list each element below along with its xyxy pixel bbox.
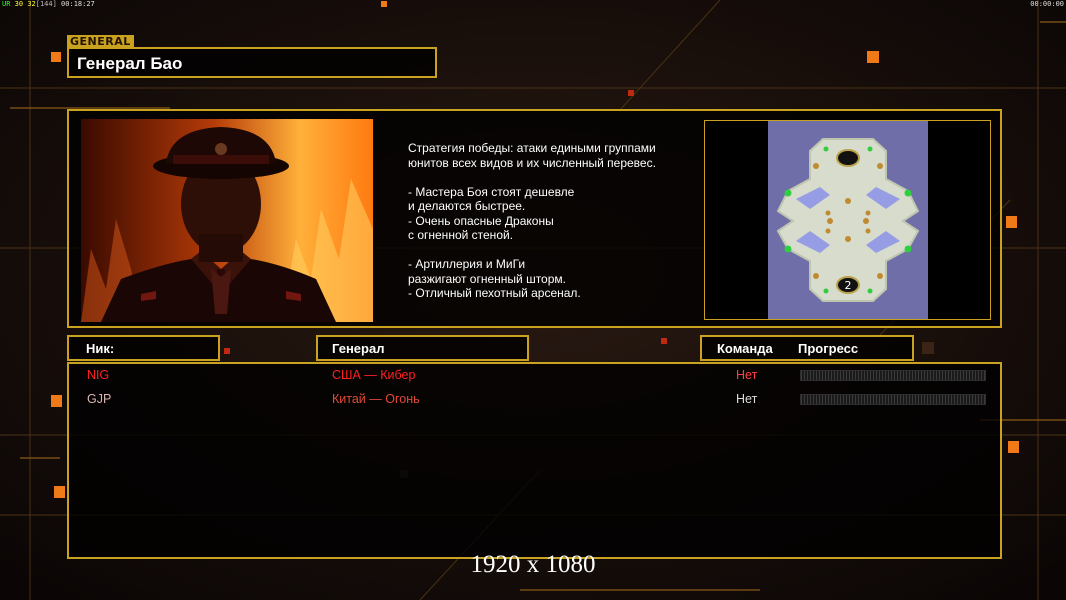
player-progress-bar bbox=[800, 394, 986, 405]
general-portrait bbox=[81, 119, 373, 322]
nick-column-header: Ник: bbox=[67, 335, 220, 361]
fps-limit: [144] bbox=[35, 0, 57, 8]
general-info-panel: Стратегия победы: атаки едиными группами… bbox=[67, 109, 1002, 328]
player-nick: NIG bbox=[87, 368, 110, 382]
player-general: Китай — Огонь bbox=[332, 392, 420, 406]
general-column-header: Генерал bbox=[316, 335, 529, 361]
fps-counter: UR 30 32[144] 00:18:27 bbox=[2, 0, 95, 10]
map-layout: 2 bbox=[776, 138, 920, 302]
resolution-watermark: 1920 x 1080 bbox=[470, 551, 596, 578]
general-portrait-illustration bbox=[81, 119, 373, 322]
player-row: NIG США — Кибер Нет bbox=[69, 366, 1004, 386]
team-header-label: Команда bbox=[717, 341, 773, 356]
fps-value: 30 bbox=[14, 0, 24, 8]
player-team: Нет bbox=[736, 368, 758, 382]
map-preview-terrain: 2 bbox=[768, 121, 928, 319]
general-title-box: Генерал Бао bbox=[67, 47, 437, 78]
player-nick: GJP bbox=[87, 392, 112, 406]
players-list: NIG США — Кибер Нет GJP Китай — Огонь Не… bbox=[67, 362, 1002, 559]
general-name: Генерал Бао bbox=[77, 54, 183, 73]
general-header-label: Генерал bbox=[332, 341, 385, 356]
fps-value-2: 32 bbox=[27, 0, 36, 8]
player-start-marker: 2 bbox=[845, 279, 852, 292]
player-general: США — Кибер bbox=[332, 368, 416, 382]
team-progress-header: Команда Прогресс bbox=[700, 335, 914, 361]
player-team: Нет bbox=[736, 392, 758, 406]
player-row: GJP Китай — Огонь Нет bbox=[69, 390, 1004, 410]
general-description: Стратегия победы: атаки едиными группами… bbox=[408, 141, 656, 300]
map-preview: 2 bbox=[704, 120, 991, 320]
fps-label: UR bbox=[2, 0, 11, 8]
progress-header-label: Прогресс bbox=[798, 341, 859, 356]
nick-header-label: Ник: bbox=[86, 341, 115, 356]
player-progress-bar bbox=[800, 370, 986, 381]
game-clock: 00:18:27 bbox=[61, 0, 95, 8]
timer-right: 00:00:00 bbox=[1030, 0, 1064, 8]
